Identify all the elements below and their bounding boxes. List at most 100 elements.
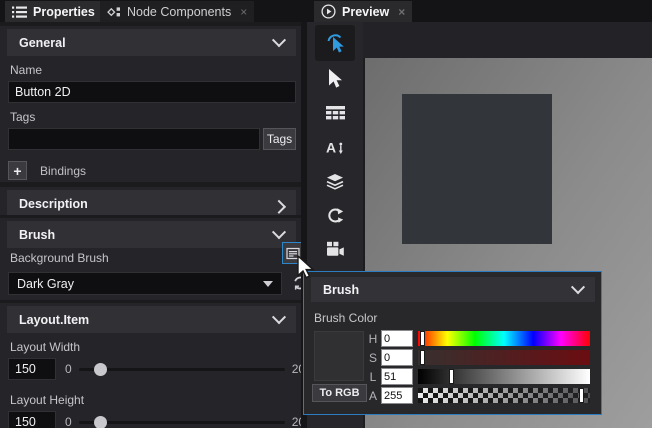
play-circle-icon [321, 4, 336, 19]
layout-item-section-header[interactable]: Layout.Item [7, 306, 296, 333]
text-tool[interactable]: A [315, 131, 355, 163]
background-brush-select[interactable]: Dark Gray [8, 272, 282, 295]
popup-brush-header[interactable]: Brush [311, 277, 595, 302]
layers-icon [325, 173, 345, 190]
lightness-slider[interactable] [418, 369, 590, 384]
video-camera-icon [326, 241, 345, 257]
background-brush-label: Background Brush [10, 251, 109, 265]
brush-color-swatch[interactable] [314, 331, 364, 381]
layout-width-slider[interactable] [79, 362, 285, 376]
node-components-icon [107, 5, 121, 19]
slider-handle[interactable] [94, 416, 107, 428]
name-input[interactable] [8, 81, 296, 103]
layers-tool[interactable] [315, 165, 355, 197]
tab-preview[interactable]: Preview × [314, 1, 412, 22]
alpha-input[interactable] [381, 387, 413, 404]
general-section-header[interactable]: General [7, 29, 296, 56]
tab-bar: Properties × Node Components × Preview × [0, 0, 652, 22]
lightness-label: L [367, 370, 379, 384]
layout-height-row: 0 2000 [8, 411, 301, 428]
hue-slider[interactable] [418, 331, 590, 346]
slider-handle[interactable] [94, 363, 107, 376]
brush-section: Brush Background Brush Dark Gray [0, 218, 301, 300]
layout-item-section-title: Layout.Item [19, 313, 89, 327]
close-icon[interactable]: × [398, 6, 405, 18]
background-brush-value: Dark Gray [17, 277, 74, 291]
slider-marker[interactable] [420, 331, 425, 346]
grid-tool[interactable] [315, 97, 355, 129]
properties-panel: General Name Tags Tags + Bindings Descri… [0, 22, 301, 428]
slider-marker[interactable] [420, 350, 425, 365]
properties-list-icon [12, 6, 27, 18]
interact-tool[interactable] [315, 25, 355, 61]
add-binding-button[interactable]: + [8, 161, 27, 180]
text-a-icon: A [326, 139, 345, 156]
chevron-down-icon [263, 281, 273, 287]
chevron-down-icon [272, 33, 286, 47]
slider-track [79, 368, 285, 371]
preview-top-chrome [363, 22, 652, 58]
chevron-down-icon [272, 310, 286, 324]
brush-editor-popup: Brush Brush Color To RGB H S L A [303, 271, 602, 415]
slider-track [79, 421, 285, 424]
name-label: Name [10, 63, 301, 77]
layout-item-section: Layout.Item Layout Width 0 2000 Layout H… [0, 303, 301, 428]
bindings-label: Bindings [40, 164, 86, 178]
mouse-cursor-icon [296, 255, 318, 281]
lightness-input[interactable] [381, 368, 413, 385]
chevron-right-icon [272, 199, 286, 213]
tab-properties-label: Properties [33, 5, 95, 19]
general-section: General Name Tags Tags + Bindings [0, 26, 301, 182]
preview-button2d-node[interactable] [402, 94, 552, 244]
connections-tool[interactable] [315, 199, 355, 231]
layout-width-input[interactable] [8, 358, 56, 380]
saturation-slider[interactable] [418, 350, 590, 365]
tags-row: Tags [8, 128, 296, 150]
layout-height-max: 2000 [292, 415, 301, 428]
layout-height-input[interactable] [8, 411, 56, 428]
close-icon[interactable]: × [240, 6, 247, 18]
layout-width-label: Layout Width [10, 340, 301, 354]
description-section-title: Description [19, 197, 88, 211]
select-tool[interactable] [315, 63, 355, 95]
select-cursor-icon [325, 68, 345, 90]
to-rgb-button[interactable]: To RGB [312, 384, 367, 402]
saturation-label: S [367, 351, 379, 365]
tab-node-components[interactable]: Node Components × [100, 1, 254, 22]
alpha-row: A [367, 387, 590, 404]
saturation-input[interactable] [381, 349, 413, 366]
tags-button[interactable]: Tags [263, 128, 296, 150]
layout-width-min: 0 [65, 362, 72, 376]
hue-label: H [367, 332, 379, 346]
branch-arrow-icon [326, 207, 344, 224]
layout-width-row: 0 2000 [8, 358, 301, 380]
brush-section-header[interactable]: Brush [7, 221, 296, 248]
slider-marker[interactable] [579, 388, 584, 403]
brush-section-title: Brush [19, 228, 55, 242]
description-section-header[interactable]: Description [7, 190, 296, 215]
tab-node-components-label: Node Components [127, 5, 231, 19]
alpha-slider[interactable] [418, 388, 590, 403]
tab-preview-label: Preview [342, 5, 389, 19]
hsla-channels: H S L A [367, 330, 590, 404]
alpha-label: A [367, 389, 379, 403]
tags-input[interactable] [8, 128, 260, 150]
layout-height-label: Layout Height [10, 393, 301, 407]
bindings-row: + Bindings [8, 161, 301, 180]
lightness-row: L [367, 368, 590, 385]
hue-row: H [367, 330, 590, 347]
brush-color-label: Brush Color [314, 311, 601, 325]
description-section: Description [0, 187, 301, 215]
slider-marker[interactable] [449, 369, 454, 384]
popup-brush-title: Brush [323, 283, 359, 297]
general-section-title: General [19, 36, 66, 50]
layout-width-max: 2000 [292, 362, 301, 376]
hue-input[interactable] [381, 330, 413, 347]
saturation-row: S [367, 349, 590, 366]
layout-height-slider[interactable] [79, 415, 285, 428]
tags-label: Tags [10, 110, 301, 124]
camera-tool[interactable] [315, 233, 355, 265]
svg-text:A: A [326, 139, 336, 155]
chevron-down-icon [272, 225, 286, 239]
chevron-down-icon [571, 280, 585, 294]
